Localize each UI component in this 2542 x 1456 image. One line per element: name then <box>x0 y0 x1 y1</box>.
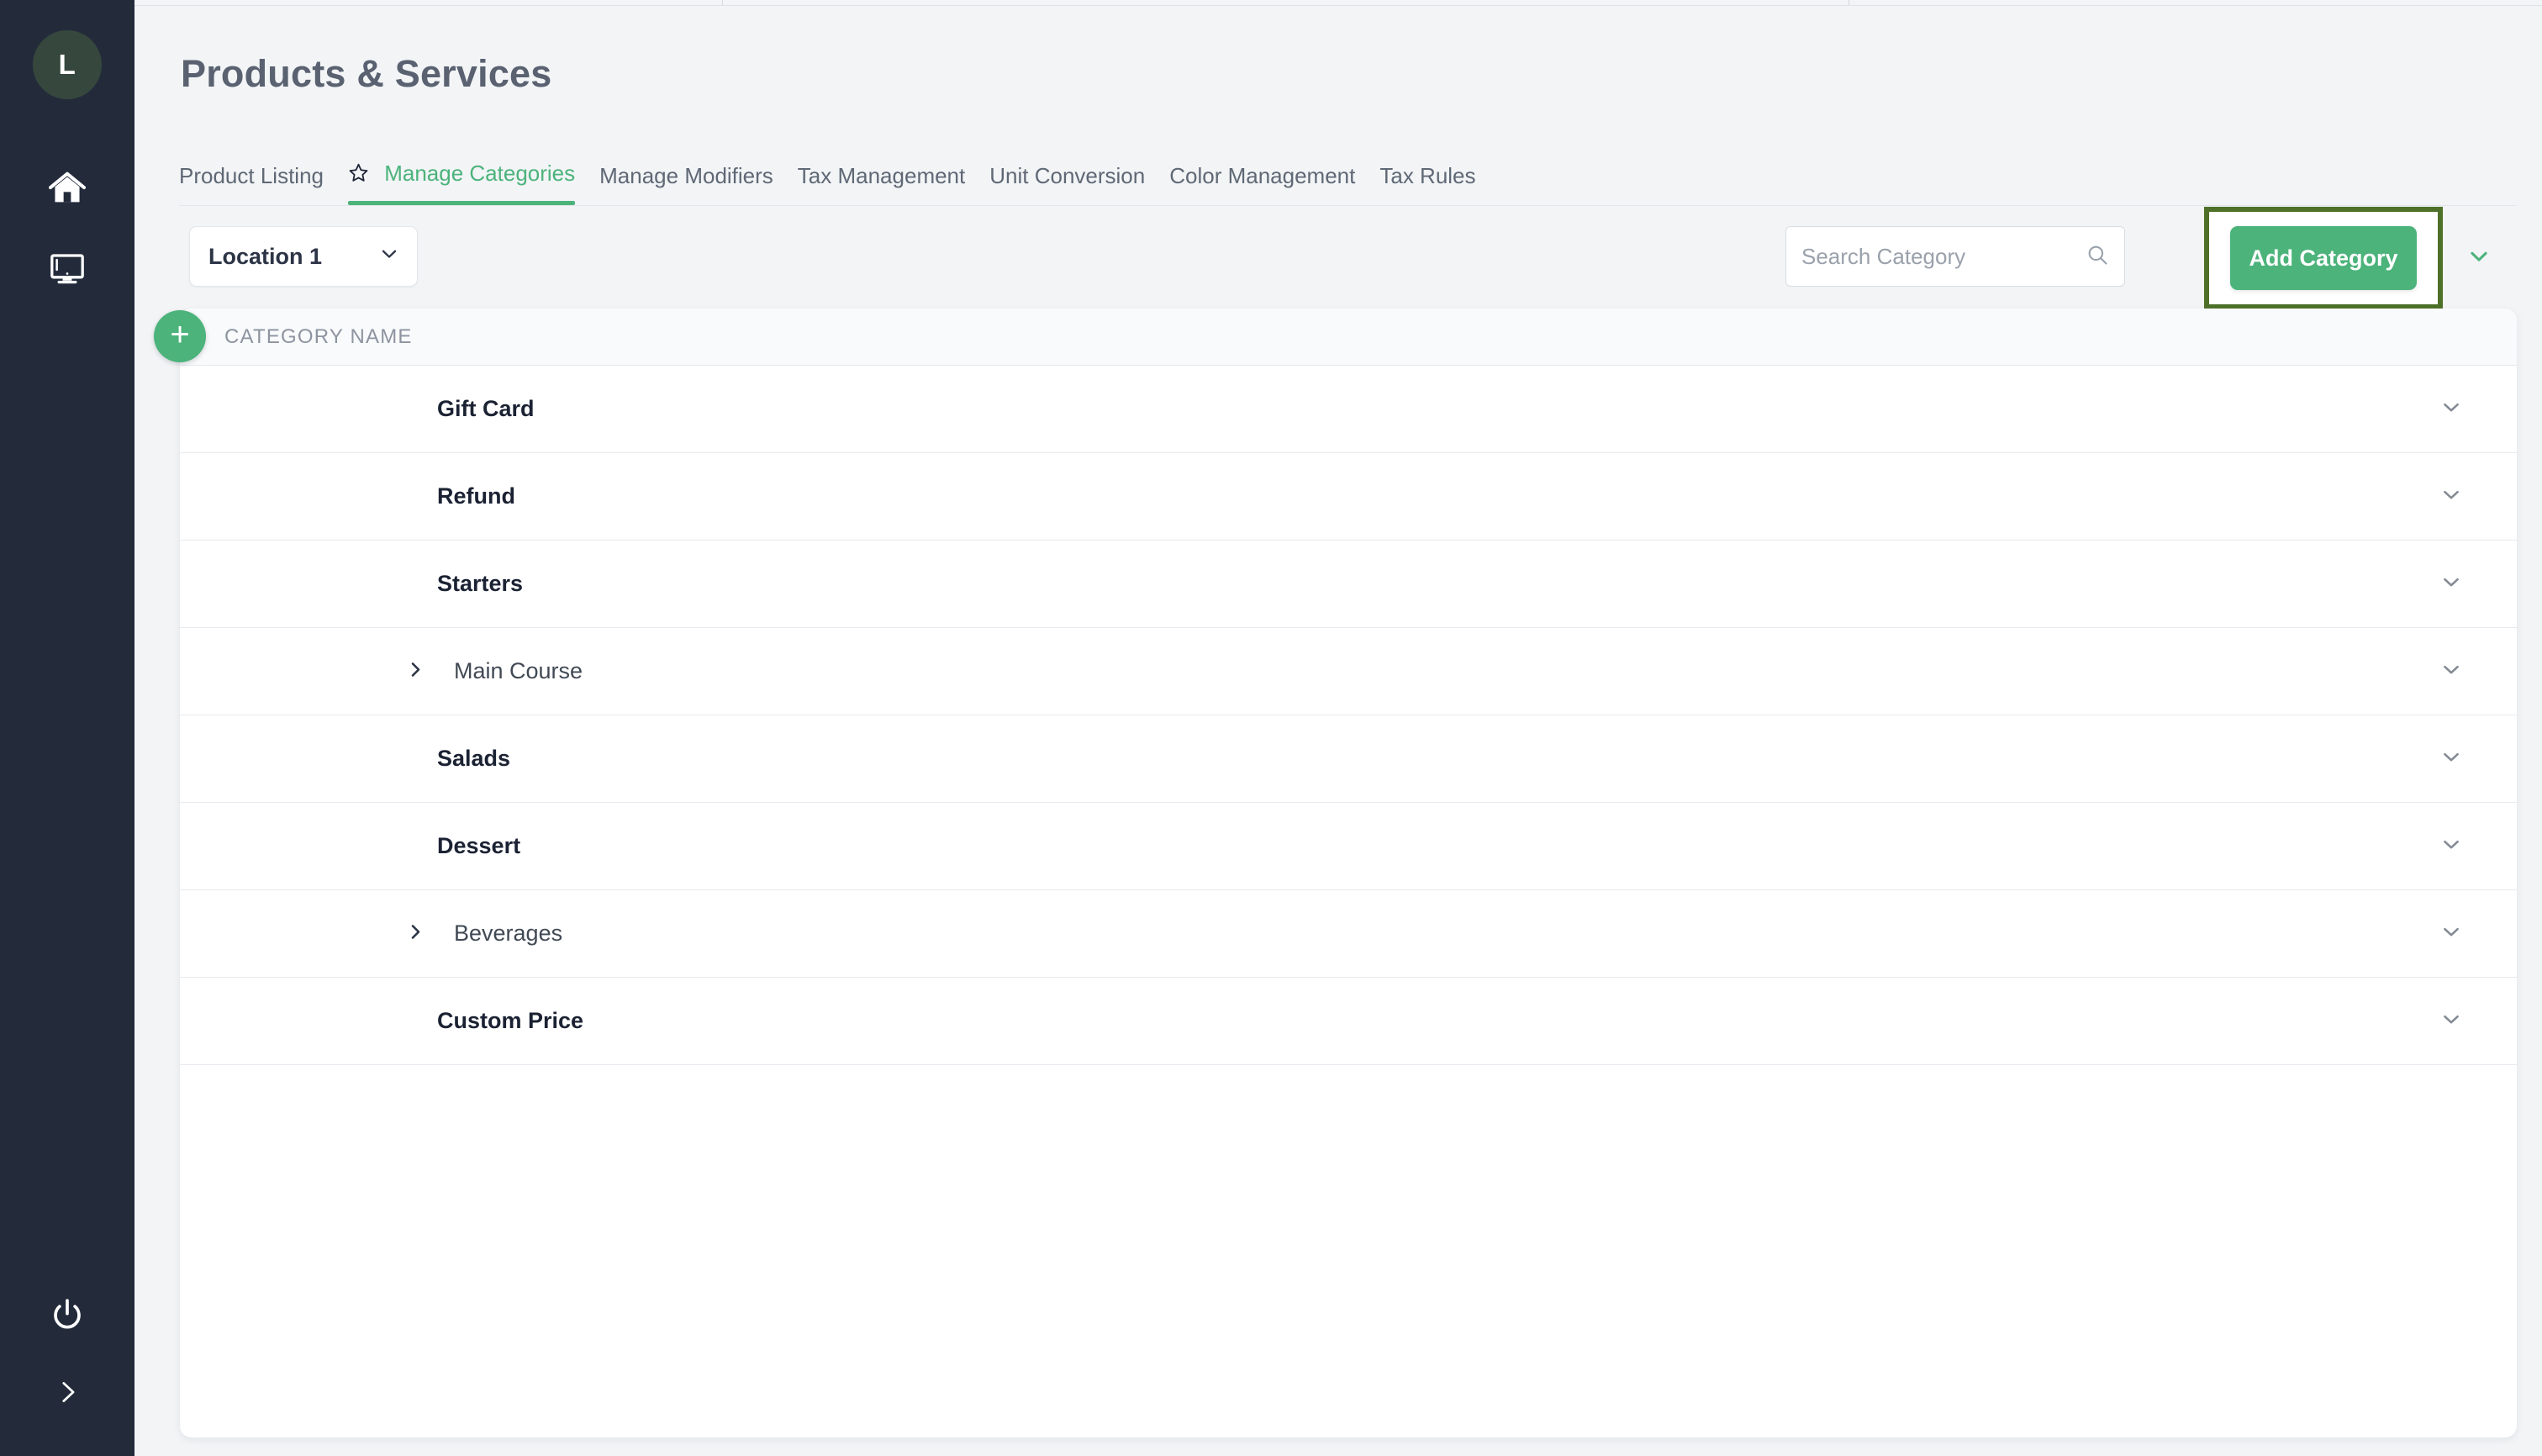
tab-label: Manage Categories <box>384 161 576 186</box>
row-chevron-down-icon[interactable] <box>2439 920 2463 947</box>
app-root: L Products & Services Product Listing Ma… <box>0 0 2542 1456</box>
column-header-category-name: CATEGORY NAME <box>224 324 413 348</box>
tab-label: Product Listing <box>179 163 324 188</box>
avatar-initial: L <box>58 49 76 80</box>
category-name: Beverages <box>454 921 563 946</box>
chevron-right-icon <box>53 1378 82 1406</box>
toolbar-chevron-down-icon[interactable] <box>2466 244 2492 273</box>
category-name: Gift Card <box>437 396 535 421</box>
table-row[interactable]: Dessert <box>180 803 2517 890</box>
sidebar-nav <box>0 148 134 309</box>
monitor-icon <box>49 252 86 286</box>
row-chevron-down-icon[interactable] <box>2439 657 2463 685</box>
browser-tab-strip <box>134 0 2542 6</box>
row-expand-chevron-right-icon[interactable] <box>405 659 425 683</box>
sidebar-expand-button[interactable] <box>0 1353 134 1431</box>
sidebar-bottom <box>0 1276 134 1456</box>
table-row[interactable]: Custom Price <box>180 978 2517 1065</box>
tab-manage-categories[interactable]: Manage Categories <box>347 161 576 205</box>
add-category-button[interactable]: Add Category <box>2230 226 2417 290</box>
main-content: Products & Services Product Listing Mana… <box>134 0 2542 1456</box>
row-chevron-down-icon[interactable] <box>2439 395 2463 423</box>
table-row[interactable]: Starters <box>180 541 2517 628</box>
tab-strip-segment <box>723 0 1849 5</box>
tab-manage-modifiers[interactable]: Manage Modifiers <box>599 163 773 205</box>
tab-label: Tax Rules <box>1379 163 1476 188</box>
categories-card: + CATEGORY NAME Gift Card Refund Starter… <box>154 309 2517 1438</box>
power-icon <box>50 1297 85 1332</box>
location-dropdown[interactable]: Location 1 <box>189 226 418 287</box>
page-title: Products & Services <box>181 52 552 95</box>
row-chevron-down-icon[interactable] <box>2439 1007 2463 1035</box>
sidebar-item-home[interactable] <box>0 148 134 229</box>
row-expand-chevron-right-icon[interactable] <box>405 921 425 946</box>
table-row[interactable]: Refund <box>180 453 2517 541</box>
table-row[interactable]: Salads <box>180 715 2517 803</box>
tab-label: Manage Modifiers <box>599 163 773 188</box>
table-row[interactable]: Gift Card <box>180 366 2517 453</box>
chevron-down-icon <box>378 243 400 271</box>
add-category-highlight: Add Category <box>2204 207 2443 309</box>
search-icon[interactable] <box>2086 243 2109 271</box>
category-name: Refund <box>437 483 515 509</box>
tab-tax-management[interactable]: Tax Management <box>798 163 965 205</box>
tab-label: Color Management <box>1169 163 1356 188</box>
location-value: Location 1 <box>208 243 323 269</box>
category-name: Dessert <box>437 833 521 858</box>
table-row[interactable]: Main Course <box>180 628 2517 715</box>
category-rows: Gift Card Refund Starters Main Course Sa… <box>180 366 2517 1065</box>
tabs-divider <box>179 205 2517 206</box>
tab-label: Tax Management <box>797 163 966 188</box>
table-row[interactable]: Beverages <box>180 890 2517 978</box>
tab-strip-segment <box>134 0 723 5</box>
row-chevron-down-icon[interactable] <box>2439 570 2463 598</box>
tab-tax-rules[interactable]: Tax Rules <box>1379 163 1475 205</box>
search-input[interactable]: Search Category <box>1801 244 1965 270</box>
tab-label: Unit Conversion <box>989 163 1146 188</box>
star-icon[interactable] <box>348 162 369 188</box>
category-name: Custom Price <box>437 1008 584 1033</box>
category-name: Main Course <box>454 658 583 683</box>
sidebar-item-display[interactable] <box>0 229 134 309</box>
row-chevron-down-icon[interactable] <box>2439 832 2463 860</box>
row-chevron-down-icon[interactable] <box>2439 483 2463 510</box>
tab-color-management[interactable]: Color Management <box>1169 163 1355 205</box>
sidebar-item-power[interactable] <box>0 1276 134 1353</box>
category-name: Salads <box>437 746 511 771</box>
tab-unit-conversion[interactable]: Unit Conversion <box>989 163 1145 205</box>
toolbar: Location 1 Search Category Add Category <box>179 207 2517 309</box>
category-name: Starters <box>437 571 524 596</box>
sidebar: L <box>0 0 134 1456</box>
add-category-fab[interactable]: + <box>154 310 206 362</box>
search-category-box[interactable]: Search Category <box>1785 226 2125 287</box>
tab-product-listing[interactable]: Product Listing <box>179 163 324 205</box>
avatar[interactable]: L <box>33 30 102 99</box>
tab-bar: Product Listing Manage Categories Manage… <box>179 153 1476 205</box>
table-header: CATEGORY NAME <box>180 309 2517 366</box>
row-chevron-down-icon[interactable] <box>2439 745 2463 773</box>
home-icon <box>49 171 86 205</box>
